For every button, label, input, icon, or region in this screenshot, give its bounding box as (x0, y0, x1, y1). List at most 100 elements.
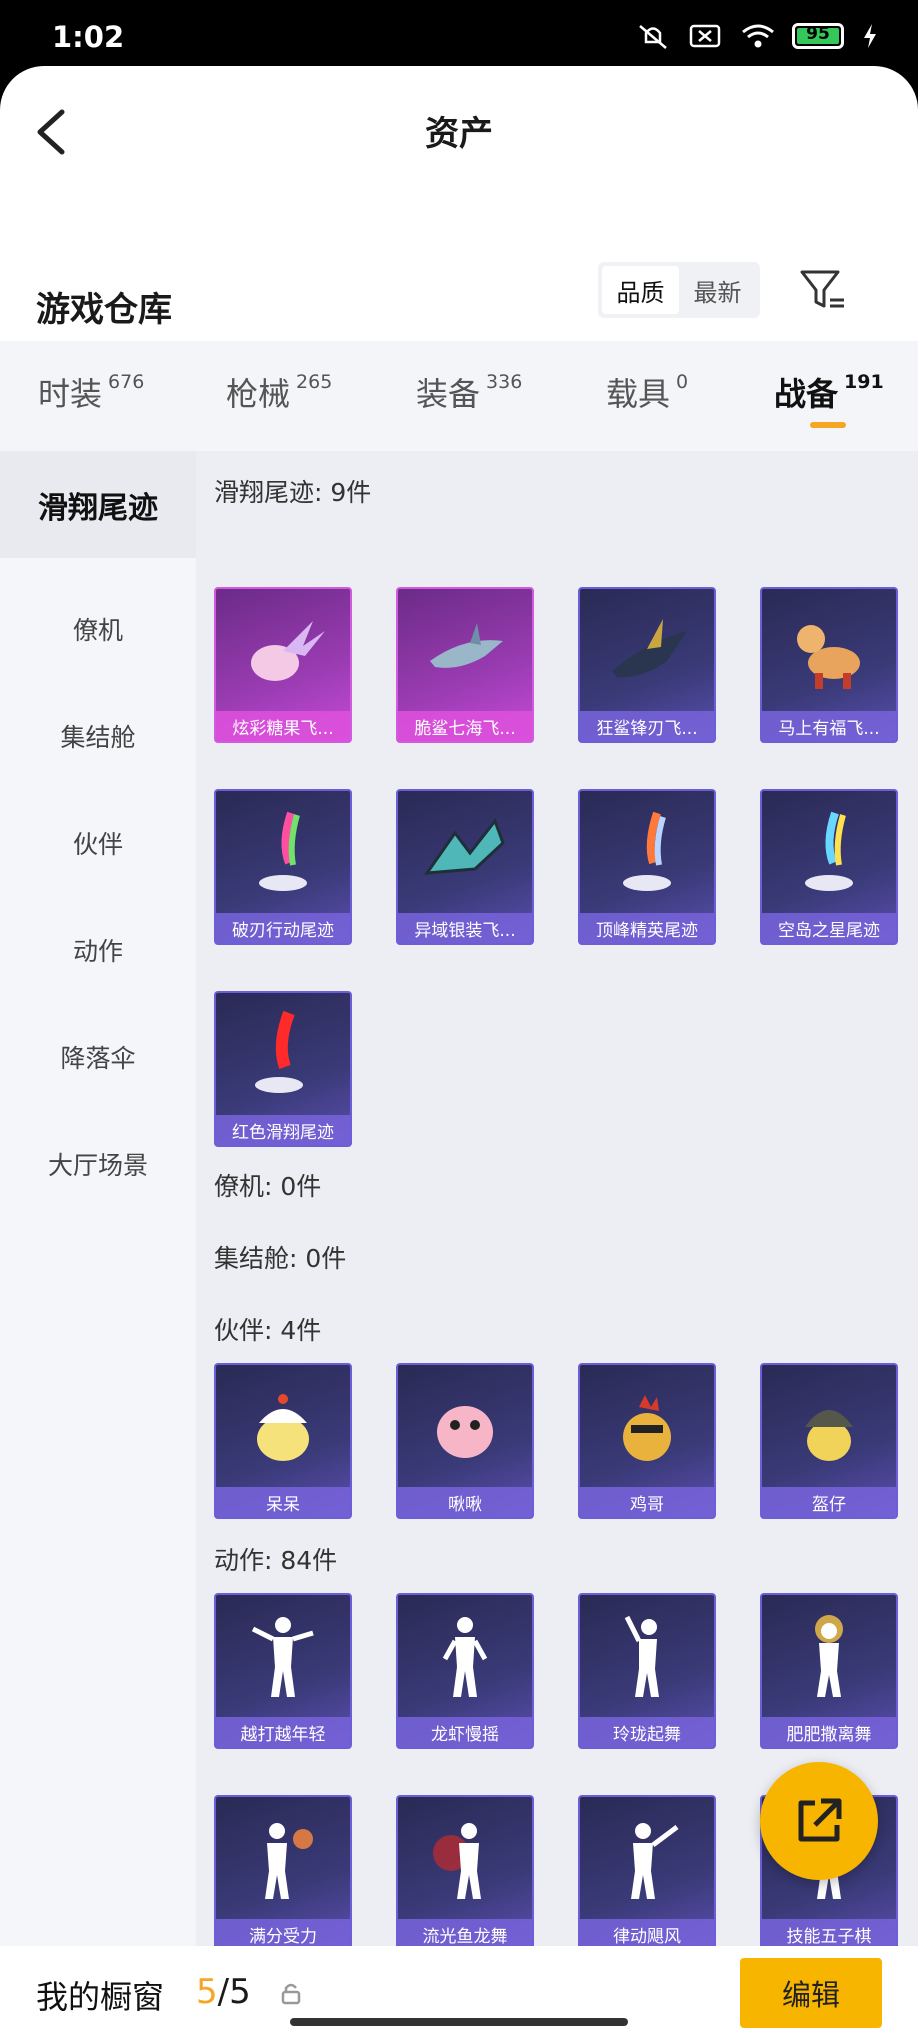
item-name: 狂鲨锋刃飞... (580, 711, 714, 741)
item-name: 脆鲨七海飞... (398, 711, 532, 741)
sidebar-item-emote[interactable]: 动作 (0, 896, 196, 1003)
item-name: 红色滑翔尾迹 (216, 1115, 350, 1145)
item-name: 流光鱼龙舞 (398, 1919, 532, 1949)
sidebar-item-capsule[interactable]: 集结舱 (0, 682, 196, 789)
top-bar: 资产 (0, 66, 918, 196)
content-area: 滑翔尾迹 僚机 集结舱 伙伴 动作 降落伞 大厅场景 滑翔尾迹: 9件 炫彩糖果… (0, 451, 918, 1951)
item-card[interactable]: 异域银装飞... (396, 789, 534, 945)
dance-figure-icon (216, 1595, 350, 1719)
pink-bird-partner-icon (398, 1365, 532, 1489)
elite-smoke-trail-icon (580, 791, 714, 915)
tab-count: 0 (676, 371, 689, 393)
dance-figure-icon (580, 1797, 714, 1921)
external-link-icon (798, 1798, 842, 1842)
status-bar: 1:02 95 (0, 0, 918, 66)
sort-quality-button[interactable]: 品质 (602, 266, 679, 314)
category-tabs: 时装 676 枪械 265 装备 336 载具 0 战备 191 (0, 341, 918, 451)
showcase-total: /5 (217, 1972, 251, 2012)
blade-shark-icon (580, 589, 714, 713)
tab-count: 676 (108, 371, 145, 393)
group-title-emote: 动作: 84件 (214, 1546, 338, 1575)
lock-icon (280, 1982, 302, 2010)
item-card[interactable]: 流光鱼龙舞 (396, 1795, 534, 1951)
rainbow-smoke-trail-icon (216, 791, 350, 915)
item-name: 满分受力 (216, 1919, 350, 1949)
assets-sheet: 资产 游戏仓库 品质 最新 时装 676 枪械 265 装备 336 载具 0 (0, 66, 918, 2040)
dance-figure-icon (216, 1797, 350, 1921)
item-name: 啾啾 (398, 1487, 532, 1517)
item-name: 异域银装飞... (398, 913, 532, 943)
dance-figure-icon (398, 1595, 532, 1719)
item-card[interactable]: 肥肥撒离舞 (760, 1593, 898, 1749)
tab-label: 战备 (774, 375, 839, 413)
item-card[interactable]: 马上有福飞... (760, 587, 898, 743)
showcase-label: 我的橱窗 (36, 1978, 165, 2016)
helmet-chick-partner-icon (762, 1365, 896, 1489)
tab-vehicles[interactable]: 载具 0 (606, 369, 688, 415)
tab-fashion[interactable]: 时装 676 (38, 369, 144, 415)
item-card[interactable]: 呆呆 (214, 1363, 352, 1519)
battery-level: 95 (806, 24, 830, 44)
item-name: 空岛之星尾迹 (762, 913, 896, 943)
item-card[interactable]: 律动飓风 (578, 1795, 716, 1951)
home-indicator (290, 2018, 628, 2026)
sidebar-item-partner[interactable]: 伙伴 (0, 789, 196, 896)
share-fab[interactable] (760, 1762, 878, 1880)
item-card[interactable]: 破刃行动尾迹 (214, 789, 352, 945)
wifi-icon (740, 22, 774, 50)
battery-icon: 95 (792, 23, 844, 49)
silver-wing-icon (398, 791, 532, 915)
warehouse-header: 游戏仓库 (0, 262, 918, 352)
tab-label: 枪械 (226, 375, 291, 413)
item-name: 技能五子棋 (762, 1919, 896, 1949)
active-tab-indicator (810, 422, 846, 428)
item-card[interactable]: 越打越年轻 (214, 1593, 352, 1749)
tab-count: 191 (844, 371, 884, 393)
item-card[interactable]: 龙虾慢摇 (396, 1593, 534, 1749)
item-card[interactable]: 鸡哥 (578, 1363, 716, 1519)
item-card[interactable]: 红色滑翔尾迹 (214, 991, 352, 1147)
item-name: 律动飓风 (580, 1919, 714, 1949)
item-card[interactable]: 狂鲨锋刃飞... (578, 587, 716, 743)
sidebar-item-parachute[interactable]: 降落伞 (0, 1003, 196, 1110)
candy-wing-icon (216, 589, 350, 713)
dance-figure-icon (762, 1595, 896, 1719)
group-title-capsule: 集结舱: 0件 (214, 1244, 347, 1273)
item-name: 龙虾慢摇 (398, 1717, 532, 1747)
sidebar-item-lobby-scene[interactable]: 大厅场景 (0, 1110, 196, 1217)
showcase-count: 5/5 (196, 1972, 251, 2012)
item-name: 呆呆 (216, 1487, 350, 1517)
status-time: 1:02 (52, 20, 125, 54)
item-card[interactable]: 啾啾 (396, 1363, 534, 1519)
subcategory-sidebar: 滑翔尾迹 僚机 集结舱 伙伴 动作 降落伞 大厅场景 (0, 451, 196, 1946)
item-card[interactable]: 盔仔 (760, 1363, 898, 1519)
tab-count: 336 (486, 371, 523, 393)
item-card[interactable]: 脆鲨七海飞... (396, 587, 534, 743)
tab-weapons[interactable]: 枪械 265 (226, 369, 332, 415)
item-name: 炫彩糖果飞... (216, 711, 350, 741)
group-title-partner: 伙伴: 4件 (214, 1316, 322, 1345)
tab-combat-prep[interactable]: 战备 191 (774, 369, 884, 415)
sidebar-item-glide-trail[interactable]: 滑翔尾迹 (0, 451, 196, 558)
group-title-wingman: 僚机: 0件 (214, 1172, 322, 1201)
item-card[interactable]: 玲珑起舞 (578, 1593, 716, 1749)
item-name: 马上有福飞... (762, 711, 896, 741)
red-smoke-trail-icon (216, 993, 350, 1117)
edit-button[interactable]: 编辑 (740, 1958, 882, 2028)
item-card[interactable]: 顶峰精英尾迹 (578, 789, 716, 945)
tab-equipment[interactable]: 装备 336 (416, 369, 522, 415)
sort-toggle: 品质 最新 (598, 262, 760, 318)
sort-newest-button[interactable]: 最新 (679, 266, 756, 314)
item-card[interactable]: 空岛之星尾迹 (760, 789, 898, 945)
chick-partner-icon (216, 1365, 350, 1489)
sky-star-trail-icon (762, 791, 896, 915)
page-title: 资产 (425, 114, 493, 154)
item-card[interactable]: 炫彩糖果飞... (214, 587, 352, 743)
filter-icon (800, 270, 844, 308)
filter-button[interactable] (798, 262, 848, 318)
rooster-partner-icon (580, 1365, 714, 1489)
sidebar-item-wingman[interactable]: 僚机 (0, 575, 196, 682)
sim-off-icon (688, 22, 722, 50)
item-card[interactable]: 满分受力 (214, 1795, 352, 1951)
horse-toy-icon (762, 589, 896, 713)
